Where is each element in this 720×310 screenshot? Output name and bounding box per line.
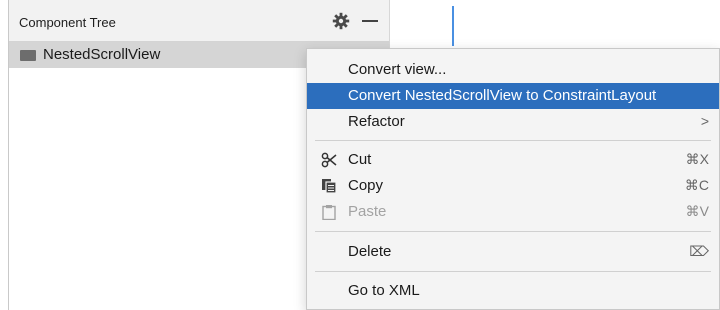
- menu-shortcut: ⌘C: [684, 177, 709, 193]
- menu-item-label: Convert NestedScrollView to ConstraintLa…: [348, 87, 657, 104]
- tree-item-label: NestedScrollView: [43, 46, 161, 63]
- gear-icon[interactable]: [332, 12, 350, 30]
- menu-item-paste[interactable]: Paste ⌘V: [307, 199, 719, 225]
- menu-shortcut: ⌘X: [685, 151, 709, 167]
- menu-item-cut[interactable]: Cut ⌘X: [307, 147, 719, 173]
- menu-item-go-to-xml[interactable]: Go to XML: [307, 278, 719, 304]
- menu-item-refactor[interactable]: Refactor >: [307, 109, 719, 135]
- menu-item-convert-to-constraintlayout[interactable]: Convert NestedScrollView to ConstraintLa…: [307, 83, 719, 109]
- menu-item-label: Paste: [348, 203, 387, 220]
- menu-item-delete[interactable]: Delete ⌦: [307, 239, 719, 265]
- clipboard-icon: [322, 205, 336, 220]
- scissors-icon: [321, 152, 337, 168]
- panel-title: Component Tree: [19, 15, 116, 30]
- chevron-right-icon: >: [700, 113, 709, 129]
- menu-item-label: Go to XML: [348, 282, 420, 299]
- delete-forward-icon: ⌦: [689, 243, 709, 259]
- menu-shortcut: ⌘V: [685, 203, 709, 219]
- minus-icon[interactable]: [362, 20, 378, 22]
- selection-guide-line: [452, 6, 454, 46]
- menu-separator: [315, 140, 711, 141]
- design-surface: [455, 0, 720, 50]
- menu-separator: [315, 271, 711, 272]
- copy-icon: [322, 179, 337, 194]
- view-icon: [20, 50, 36, 61]
- context-menu: Convert view... Convert NestedScrollView…: [306, 48, 720, 310]
- component-tree-header: Component Tree: [9, 0, 390, 42]
- menu-item-label: Convert view...: [348, 61, 447, 78]
- menu-separator: [315, 231, 711, 232]
- menu-item-label: Cut: [348, 151, 372, 168]
- menu-item-label: Refactor: [348, 113, 405, 130]
- menu-item-convert-view[interactable]: Convert view...: [307, 57, 719, 83]
- menu-item-label: Copy: [348, 177, 384, 194]
- menu-item-copy[interactable]: Copy ⌘C: [307, 173, 719, 199]
- menu-item-label: Delete: [348, 243, 392, 260]
